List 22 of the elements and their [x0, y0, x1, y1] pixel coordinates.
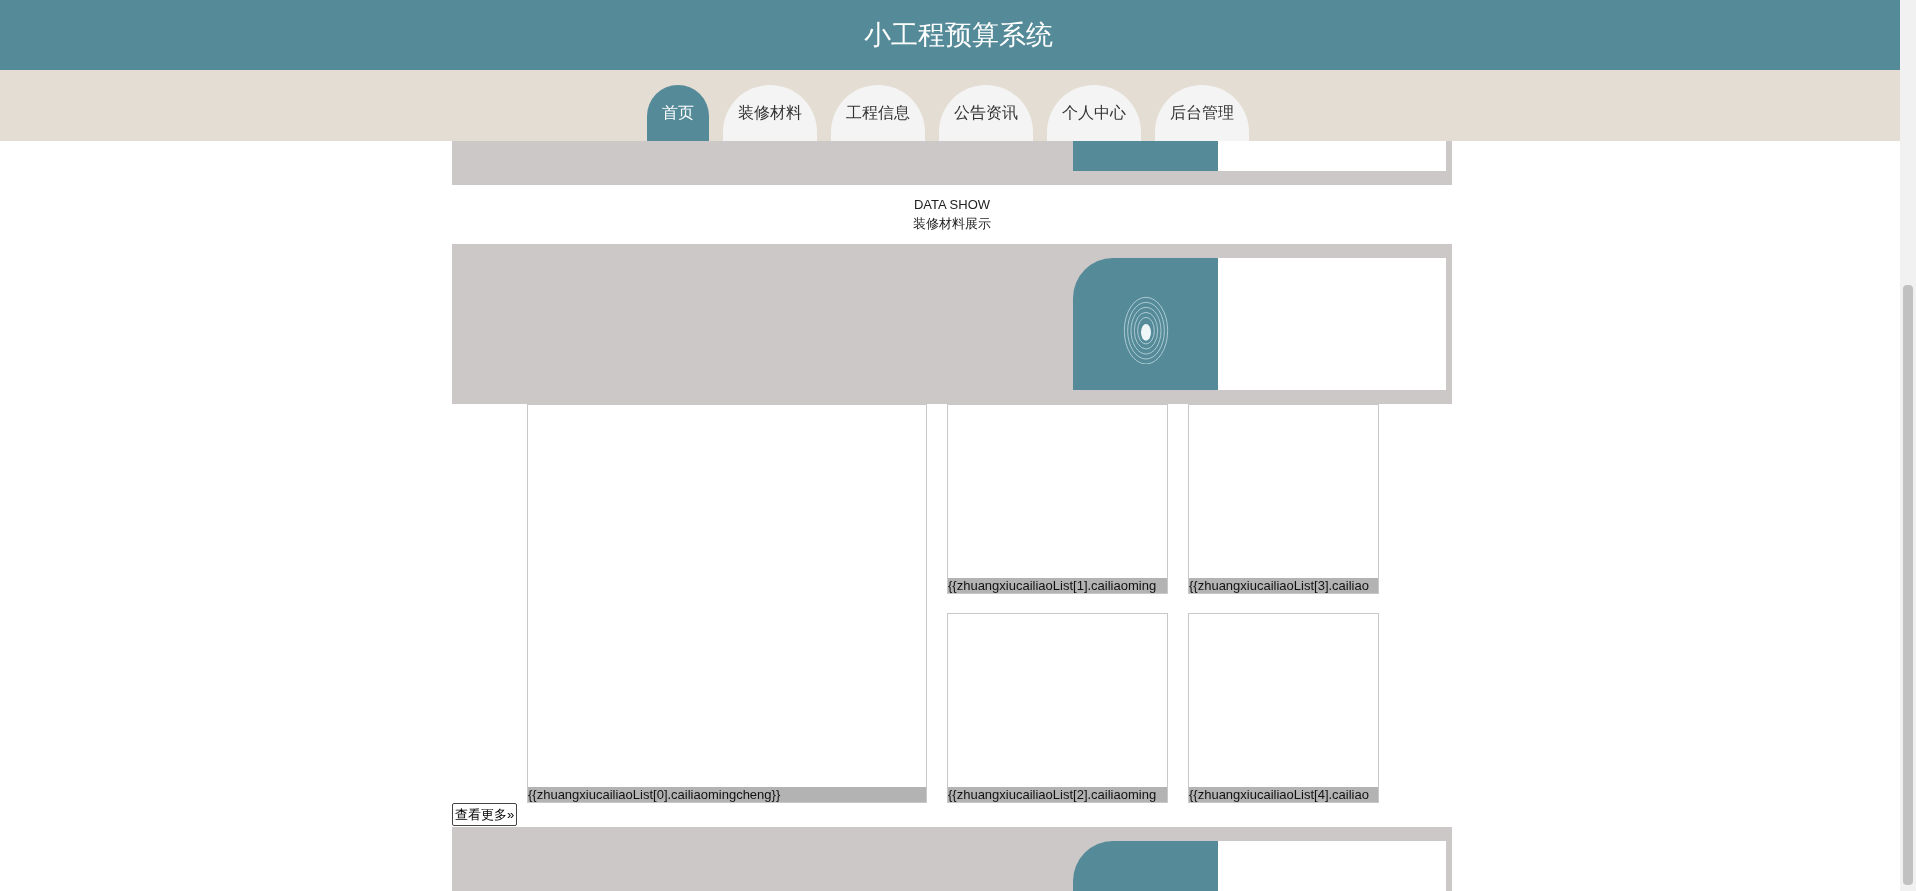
site-title: 小工程预算系统: [863, 19, 1053, 52]
scrollbar[interactable]: [1900, 0, 1916, 891]
product-caption: {{zhuangxiucailiaoList[2].cailiaoming: [948, 787, 1167, 802]
nav-tab[interactable]: 装修材料: [723, 85, 817, 141]
nav-tab[interactable]: 公告资讯: [939, 85, 1033, 141]
scrollbar-thumb[interactable]: [1903, 285, 1913, 885]
nav-tab[interactable]: 首页: [647, 85, 709, 141]
product-caption: {{zhuangxiucailiaoList[3].cailiao: [1189, 578, 1378, 593]
product-card[interactable]: {{zhuangxiucailiaoList[4].cailiao: [1188, 613, 1379, 803]
product-caption: {{zhuangxiucailiaoList[0].cailiaomingcheng}}: [528, 787, 926, 802]
section-subtitle: DATA SHOW: [913, 196, 991, 212]
nav-tab[interactable]: 工程信息: [831, 85, 925, 141]
product-caption: {{zhuangxiucailiaoList[1].cailiaoming: [948, 578, 1167, 593]
product-card[interactable]: {{zhuangxiucailiaoList[2].cailiaoming: [947, 613, 1168, 803]
nav-tab[interactable]: 个人中心: [1047, 85, 1141, 141]
more-button[interactable]: 查看更多»: [452, 803, 518, 826]
product-card[interactable]: {{zhuangxiucailiaoList[3].cailiao: [1188, 404, 1379, 594]
product-caption: {{zhuangxiucailiaoList[4].cailiao: [1189, 787, 1378, 802]
product-card[interactable]: {{zhuangxiucailiaoList[1].cailiaoming: [947, 404, 1168, 594]
product-card[interactable]: {{zhuangxiucailiaoList[0].cailiaomingcheng}}: [527, 404, 927, 803]
nav-tab[interactable]: 后台管理: [1155, 85, 1249, 141]
section-title: 装修材料展示: [913, 214, 991, 233]
